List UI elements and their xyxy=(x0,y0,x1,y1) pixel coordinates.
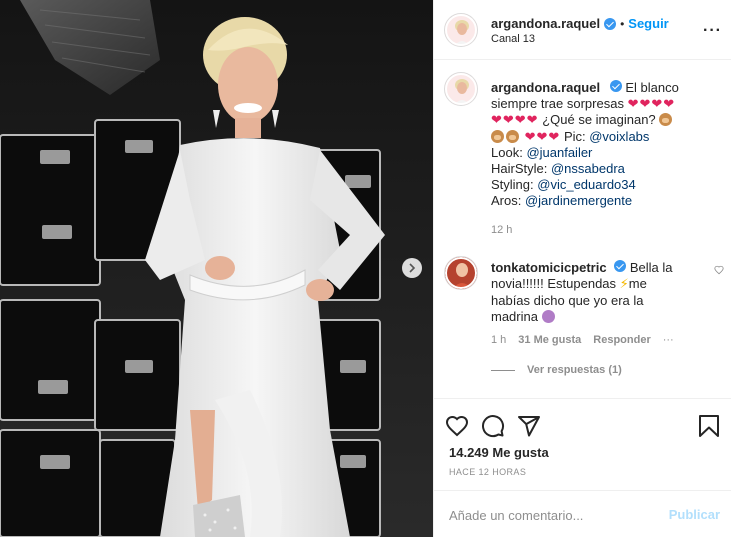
chevron-right-icon xyxy=(409,263,416,273)
author-username[interactable]: argandona.raquel xyxy=(491,16,600,31)
likes-count[interactable]: 14.249 Me gusta xyxy=(449,445,549,460)
verified-icon xyxy=(614,260,627,272)
comment-line-2b: me xyxy=(628,276,647,292)
monkey-emoji-icon xyxy=(506,129,519,143)
commenter-username[interactable]: tonkatomicicpetric xyxy=(491,260,607,275)
add-comment-bar: Publicar xyxy=(434,490,731,537)
like-heart-icon[interactable] xyxy=(444,413,470,439)
comment-line-4: madrina xyxy=(491,309,538,325)
lightning-emoji-icon: ⚡ xyxy=(619,276,629,292)
more-options-icon[interactable]: ··· xyxy=(703,22,722,40)
caption-line-3: ¿Qué se imaginan? xyxy=(542,112,656,128)
comment-time[interactable]: 1 h xyxy=(491,334,506,346)
caption-username[interactable]: argandona.raquel xyxy=(491,80,600,95)
comment-input[interactable] xyxy=(449,505,659,525)
like-comment-heart-icon[interactable] xyxy=(714,264,724,278)
caption-aros-label: Aros: xyxy=(491,193,522,209)
follow-button[interactable]: Seguir xyxy=(628,16,668,31)
share-send-icon[interactable] xyxy=(516,413,542,439)
mention-link[interactable]: @jardinemergente xyxy=(525,193,632,208)
caption-look-label: Look: xyxy=(491,144,523,160)
comment-line-1: Bella la xyxy=(629,260,673,275)
mention-link[interactable]: @juanfailer xyxy=(526,145,592,160)
mention-link[interactable]: @vic_eduardo34 xyxy=(537,177,635,192)
caption-avatar[interactable] xyxy=(444,72,478,106)
caption-timestamp[interactable]: 12 h xyxy=(491,224,512,236)
view-replies-button[interactable]: Ver respuestas (1) xyxy=(491,364,622,376)
comment-likes[interactable]: 31 Me gusta xyxy=(518,334,581,346)
comment-more-icon[interactable]: ··· xyxy=(663,334,674,346)
separator-dot: • xyxy=(620,16,625,31)
mention-link[interactable]: @nssabedra xyxy=(551,161,625,176)
post-panel: argandona.raquel • Seguir Canal 13 ··· a… xyxy=(433,0,731,537)
next-image-button[interactable] xyxy=(402,258,422,278)
caption-text: argandona.raquel El blanco siempre trae … xyxy=(491,80,721,210)
reply-button[interactable]: Responder xyxy=(593,334,650,346)
verified-icon xyxy=(604,17,617,30)
post-location[interactable]: Canal 13 xyxy=(491,33,535,45)
save-bookmark-icon[interactable] xyxy=(696,413,722,439)
hearts-emoji: ❤❤❤ xyxy=(524,128,561,144)
post-actions: 14.249 Me gusta HACE 12 HORAS xyxy=(434,398,731,498)
hearts-emoji: ❤❤❤❤ xyxy=(491,112,539,128)
commenter-avatar[interactable] xyxy=(444,256,478,290)
caption-line-2: siempre trae sorpresas xyxy=(491,96,624,112)
comment-text: tonkatomicicpetric Bella la novia!!!!!! … xyxy=(491,260,701,326)
author-avatar[interactable] xyxy=(444,13,478,47)
view-replies-label: Ver respuestas (1) xyxy=(527,364,622,376)
comment-line-2: novia!!!!!! Estupendas xyxy=(491,276,617,292)
caption-pic-label: Pic: xyxy=(563,128,586,144)
comment-bubble-icon[interactable] xyxy=(480,413,506,439)
publish-button[interactable]: Publicar xyxy=(669,507,720,522)
post-header: argandona.raquel • Seguir Canal 13 ··· xyxy=(434,0,731,60)
monkey-emoji-icon xyxy=(659,113,673,127)
monkey-emoji-icon xyxy=(491,129,504,143)
hearts-emoji: ❤❤❤❤ xyxy=(627,96,676,112)
caption-line-1: El blanco xyxy=(625,80,679,95)
verified-icon xyxy=(609,80,622,92)
replies-divider xyxy=(491,369,515,371)
comment-line-3: habías dicho que yo era la xyxy=(491,292,644,308)
caption-hair-label: HairStyle: xyxy=(491,161,548,177)
comment-meta: 1 h 31 Me gusta Responder ··· xyxy=(491,334,674,346)
post-image xyxy=(0,0,433,537)
caption-styling-label: Styling: xyxy=(491,177,534,193)
post-time-ago[interactable]: HACE 12 HORAS xyxy=(449,467,526,477)
author-line: argandona.raquel • Seguir xyxy=(491,16,669,31)
person-emoji-icon xyxy=(541,310,555,324)
mention-link[interactable]: @voixlabs xyxy=(589,129,649,144)
post-photo[interactable] xyxy=(0,0,433,537)
